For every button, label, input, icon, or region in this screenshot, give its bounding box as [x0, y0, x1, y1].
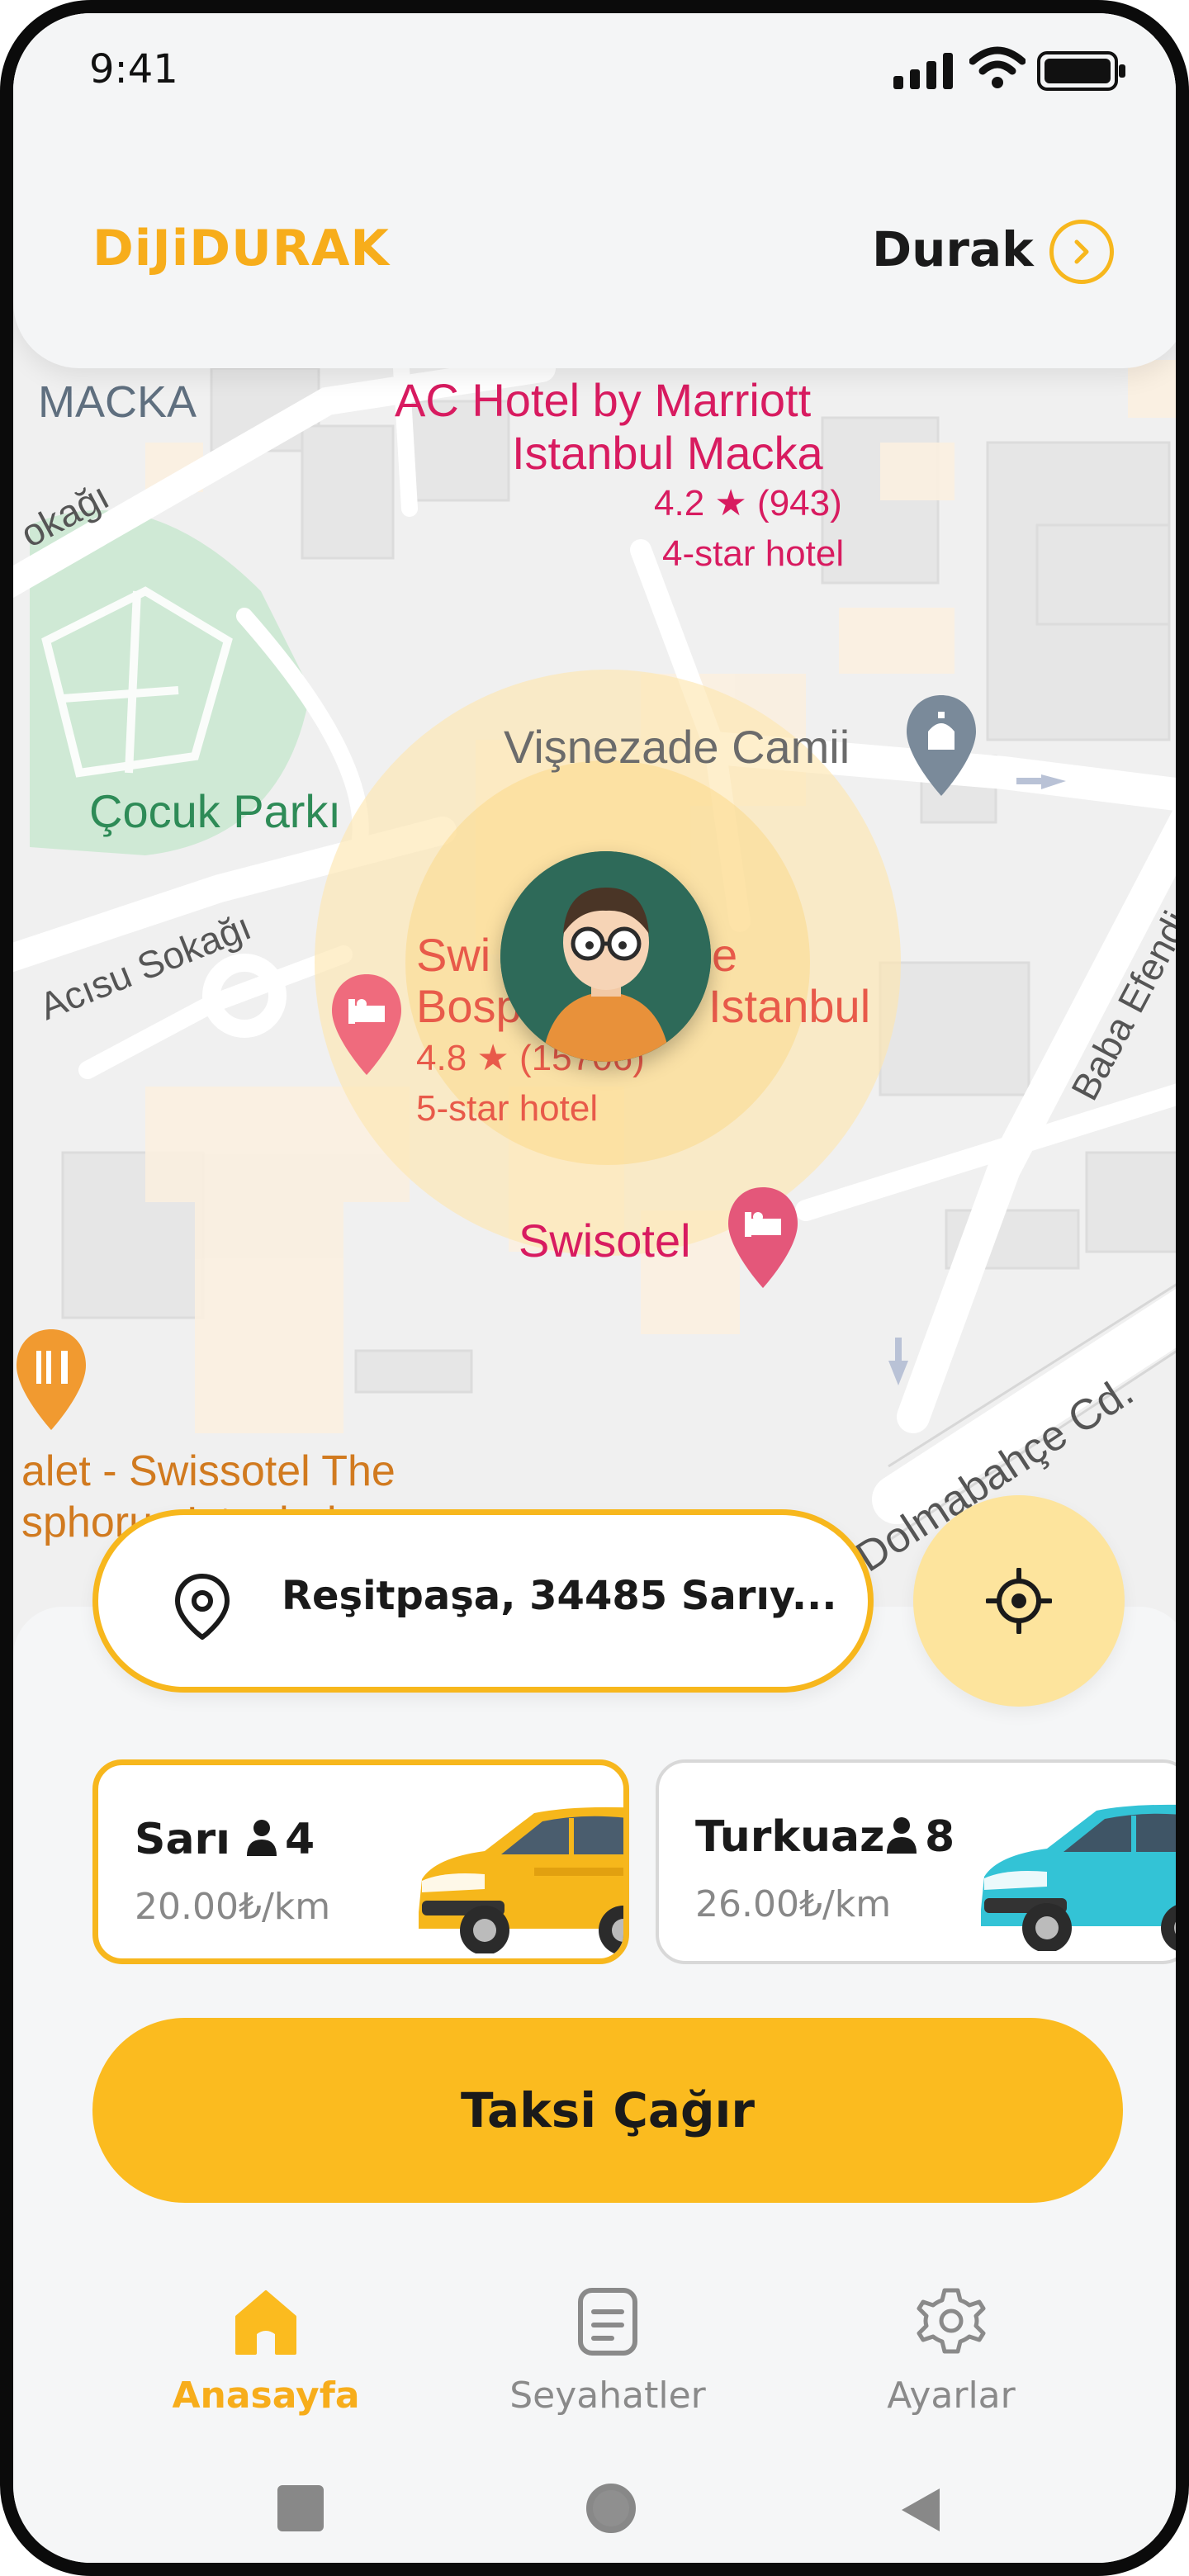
vehicle-name: Turkuaz	[695, 1812, 885, 1862]
gear-icon	[917, 2288, 986, 2354]
status-bar: 9:41	[13, 13, 1176, 137]
yellow-taxi-icon	[419, 1807, 623, 1953]
app-header: 9:41 DiJiDURAK Durak	[13, 13, 1176, 368]
status-time: 9:41	[89, 46, 178, 92]
person-icon	[247, 1820, 277, 1856]
map-label-hotel-rating: 4.2 ★ (943)	[654, 483, 842, 523]
wifi-icon	[969, 46, 1026, 94]
tab-label: Anasayfa	[172, 2375, 360, 2417]
map-label-hotel-name[interactable]: Istanbul	[708, 979, 870, 1033]
map-label-mosque[interactable]: Vişnezade Camii	[504, 720, 850, 774]
vehicle-card-turkuaz[interactable]: Turkuaz 8 26.00₺/km	[656, 1759, 1176, 1964]
home-icon	[235, 2290, 296, 2355]
map-label-hotel-name[interactable]: Istanbul Macka	[512, 426, 823, 480]
map-label-hotel-class: 4-star hotel	[662, 533, 845, 574]
vehicle-price: 26.00₺/km	[695, 1883, 892, 1925]
document-icon	[578, 2288, 637, 2356]
map-label-hotel-class: 5-star hotel	[416, 1088, 599, 1129]
hotel-pin-icon[interactable]	[329, 971, 405, 1078]
vehicle-name: Sarı	[135, 1815, 231, 1864]
call-taxi-label: Taksi Çağır	[460, 2082, 756, 2138]
map-label-hotel-name[interactable]: Swi	[416, 928, 490, 982]
turquoise-taxi-icon	[981, 1804, 1176, 1951]
vehicle-card-sari[interactable]: Sarı 4 20.00₺/km	[92, 1759, 629, 1964]
hotel-pin-icon[interactable]	[725, 1184, 801, 1291]
tab-label: Ayarlar	[887, 2375, 1016, 2417]
map-label-hotel-name[interactable]: AC Hotel by Marriott	[395, 373, 811, 427]
restaurant-pin-icon[interactable]	[13, 1326, 89, 1433]
tab-label: Seyahatler	[509, 2375, 706, 2417]
chevron-right-icon	[1074, 239, 1089, 264]
map-label-hotel-name[interactable]: Swisotel	[519, 1214, 691, 1267]
map-label-area: MACKA	[38, 377, 197, 427]
location-address: Reşitpaşa, 34485 Sarıy...	[282, 1573, 837, 1619]
location-field[interactable]: Reşitpaşa, 34485 Sarıy...	[92, 1509, 874, 1693]
durak-label[interactable]: Durak	[872, 221, 1034, 277]
my-location-button[interactable]	[913, 1495, 1125, 1707]
phone-frame: MACKA AC Hotel by Marriott Istanbul Mack…	[0, 0, 1189, 2576]
app-logo: DiJiDURAK	[92, 220, 390, 277]
map-label-hotel-name[interactable]: e	[712, 928, 737, 982]
signal-icon	[893, 50, 956, 94]
battery-icon	[1037, 51, 1128, 94]
location-pin-icon	[175, 1574, 230, 1640]
vehicle-seats: 4	[285, 1815, 315, 1864]
mosque-pin-icon[interactable]	[903, 692, 979, 799]
system-recent-button[interactable]	[277, 2485, 324, 2531]
avatar	[500, 851, 711, 1062]
crosshair-icon	[986, 1568, 1052, 1634]
map-label-restaurant[interactable]: alet - Swissotel The	[21, 1447, 396, 1496]
call-taxi-button[interactable]: Taksi Çağır	[92, 2018, 1123, 2203]
vehicle-seats: 8	[925, 1812, 955, 1862]
user-location-avatar[interactable]	[500, 851, 711, 1062]
map-label-park[interactable]: Çocuk Parkı	[89, 784, 341, 838]
vehicle-price: 20.00₺/km	[135, 1886, 331, 1928]
durak-button[interactable]	[1049, 220, 1114, 284]
system-home-button[interactable]	[585, 2482, 637, 2535]
system-back-button[interactable]	[897, 2485, 943, 2535]
person-icon	[887, 1817, 917, 1854]
